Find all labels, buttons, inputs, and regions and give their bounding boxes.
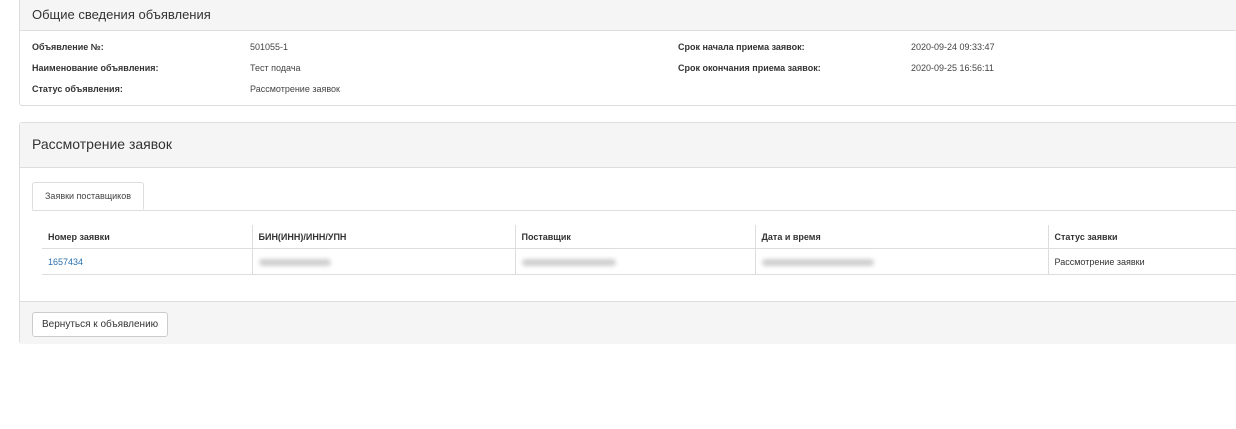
accept-start-value: 2020-09-24 09:33:47 (911, 42, 995, 52)
announcement-name-label: Наименование объявления: (32, 63, 159, 73)
announcement-info-panel: Общие сведения объявления Объявление №: … (19, 0, 1236, 106)
announcement-name-value: Тест подача (250, 63, 301, 73)
announcement-info-heading: Общие сведения объявления (20, 0, 1236, 31)
announcement-number-value: 501055-1 (250, 42, 289, 52)
announcement-number-label: Объявление №: (32, 42, 104, 52)
column-header-bin[interactable]: БИН(ИНН)/ИНН/УПН (251, 225, 515, 249)
announcement-status-value: Рассмотрение заявок (250, 84, 340, 94)
request-datetime-cell (754, 248, 1048, 275)
page: Общие сведения объявления Объявление №: … (0, 0, 1236, 429)
requests-table: Номер заявки БИН(ИНН)/ИНН/УПН Поставщик … (42, 225, 1236, 275)
request-supplier-cell (514, 248, 755, 275)
tab-supplier-requests[interactable]: Заявки поставщиков (32, 182, 145, 210)
announcement-status-label: Статус объявления: (32, 84, 123, 94)
accept-start-label: Срок начала приема заявок: (678, 42, 805, 52)
redacted-supplier (521, 258, 616, 266)
request-status-cell: Рассмотрение заявки (1047, 248, 1236, 275)
accept-end-label: Срок окончания приема заявок: (678, 63, 821, 73)
back-to-announcement-button[interactable]: Вернуться к объявлению (32, 312, 169, 337)
column-header-number[interactable]: Номер заявки (42, 225, 252, 249)
tab-bar: Заявки поставщиков (32, 182, 1236, 211)
column-header-status[interactable]: Статус заявки (1047, 225, 1236, 249)
request-number-cell: 1657434 (42, 248, 252, 275)
redacted-bin (258, 258, 331, 266)
redacted-datetime (761, 258, 874, 266)
review-panel: Рассмотрение заявок Заявки поставщиков Н… (19, 122, 1236, 344)
request-bin-cell (251, 248, 515, 275)
table-header-row: Номер заявки БИН(ИНН)/ИНН/УПН Поставщик … (42, 225, 1236, 249)
accept-end-value: 2020-09-25 16:56:11 (911, 63, 994, 73)
request-number-link[interactable]: 1657434 (48, 257, 83, 267)
review-panel-footer: Вернуться к объявлению (20, 301, 1236, 344)
column-header-datetime[interactable]: Дата и время (754, 225, 1048, 249)
review-panel-heading: Рассмотрение заявок (20, 123, 1236, 168)
column-header-supplier[interactable]: Поставщик (514, 225, 755, 249)
table-row: 1657434 Рассмотрение заявки (42, 248, 1236, 275)
